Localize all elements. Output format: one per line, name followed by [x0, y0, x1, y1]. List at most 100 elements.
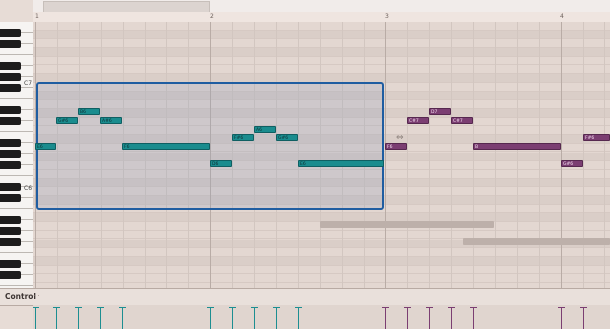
- black-key[interactable]: [0, 73, 21, 81]
- ruler-tick: 3: [385, 13, 389, 20]
- midi-note[interactable]: B: [473, 143, 561, 150]
- velocity-handle[interactable]: [470, 307, 477, 308]
- pitch-row: [33, 39, 610, 49]
- ruler-tick: 4: [560, 13, 564, 20]
- velocity-bar[interactable]: [207, 307, 214, 329]
- velocity-bar[interactable]: [470, 307, 477, 329]
- midi-note[interactable]: F6: [385, 143, 407, 150]
- beat-line: [538, 22, 540, 288]
- beat-line: [604, 22, 606, 288]
- pitch-row: [33, 22, 610, 31]
- black-key[interactable]: [0, 183, 21, 191]
- beat-line: [560, 22, 562, 288]
- velocity-bar[interactable]: [119, 307, 126, 329]
- beat-line: [429, 22, 431, 288]
- velocity-handle[interactable]: [119, 307, 126, 308]
- beat-line: [516, 22, 518, 288]
- velocity-handle[interactable]: [53, 307, 60, 308]
- midi-note[interactable]: E6: [298, 160, 384, 167]
- velocity-bar[interactable]: [229, 307, 236, 329]
- velocity-bar[interactable]: [251, 307, 258, 329]
- black-key[interactable]: [0, 194, 21, 202]
- black-key[interactable]: [0, 271, 21, 279]
- control-lane-header[interactable]: Control · ·: [0, 288, 610, 306]
- ghost-note: [463, 238, 610, 245]
- velocity-handle[interactable]: [404, 307, 411, 308]
- velocity-bar[interactable]: [53, 307, 60, 329]
- velocity-handle[interactable]: [580, 307, 587, 308]
- pitch-row: [33, 274, 610, 283]
- velocity-bar[interactable]: [75, 307, 82, 329]
- beat-line: [451, 22, 453, 288]
- velocity-handle[interactable]: [251, 307, 258, 308]
- velocity-handle[interactable]: [382, 307, 389, 308]
- midi-note[interactable]: D7: [429, 108, 451, 115]
- midi-note[interactable]: G#6: [56, 117, 78, 124]
- octave-label-c7: C7: [24, 80, 33, 87]
- midi-note[interactable]: B6: [78, 108, 100, 115]
- black-key[interactable]: [0, 84, 21, 92]
- black-key[interactable]: [0, 117, 21, 125]
- midi-note[interactable]: D6: [210, 160, 232, 167]
- black-key[interactable]: [0, 238, 21, 246]
- velocity-bar[interactable]: [404, 307, 411, 329]
- velocity-handle[interactable]: [295, 307, 302, 308]
- control-label: Control: [5, 292, 37, 301]
- midi-note[interactable]: C#7: [407, 117, 429, 124]
- black-key[interactable]: [0, 40, 21, 48]
- velocity-handle[interactable]: [558, 307, 565, 308]
- midi-note[interactable]: F6: [122, 143, 210, 150]
- velocity-bar[interactable]: [426, 307, 433, 329]
- velocity-bar[interactable]: [273, 307, 280, 329]
- velocity-handle[interactable]: [33, 307, 39, 308]
- velocity-bar[interactable]: [382, 307, 389, 329]
- pitch-row: [33, 256, 610, 266]
- black-key[interactable]: [0, 106, 21, 114]
- pitch-row: [33, 248, 610, 257]
- black-key[interactable]: [0, 227, 21, 235]
- beat-line: [494, 22, 496, 288]
- velocity-handle[interactable]: [273, 307, 280, 308]
- midi-note[interactable]: A#6: [100, 117, 122, 124]
- velocity-handle[interactable]: [207, 307, 214, 308]
- velocity-handle[interactable]: [97, 307, 104, 308]
- velocity-handle[interactable]: [448, 307, 455, 308]
- midi-note[interactable]: G#6: [276, 134, 298, 141]
- resize-cursor-icon: ⇔: [396, 133, 404, 143]
- velocity-bar[interactable]: [558, 307, 565, 329]
- midi-note[interactable]: E6: [35, 143, 56, 150]
- pitch-row: [33, 30, 610, 40]
- pitch-row: [33, 266, 610, 275]
- velocity-bar[interactable]: [97, 307, 104, 329]
- black-key[interactable]: [0, 216, 21, 224]
- velocity-lane[interactable]: [33, 305, 610, 329]
- black-key[interactable]: [0, 29, 21, 37]
- velocity-bar[interactable]: [448, 307, 455, 329]
- arrangement-overview[interactable]: [33, 0, 610, 13]
- black-key[interactable]: [0, 161, 21, 169]
- beat-line: [407, 22, 409, 288]
- midi-note[interactable]: C#7: [451, 117, 473, 124]
- black-key[interactable]: [0, 260, 21, 268]
- midi-note[interactable]: G#6: [561, 160, 583, 167]
- octave-label-c6: C6: [24, 185, 33, 192]
- ruler-tick: 2: [210, 13, 214, 20]
- selection-rectangle[interactable]: [36, 82, 384, 210]
- midi-note[interactable]: F#6: [232, 134, 254, 141]
- velocity-bar[interactable]: [580, 307, 587, 329]
- beat-line: [473, 22, 474, 288]
- black-key[interactable]: [0, 150, 21, 158]
- piano-keyboard[interactable]: C7 C6: [0, 22, 34, 288]
- velocity-handle[interactable]: [75, 307, 82, 308]
- black-key[interactable]: [0, 139, 21, 147]
- controller-selector[interactable]: · ·: [33, 292, 40, 300]
- ruler-tick: 1: [35, 13, 39, 20]
- velocity-bar[interactable]: [33, 307, 39, 329]
- velocity-handle[interactable]: [229, 307, 236, 308]
- velocity-bar[interactable]: [295, 307, 302, 329]
- midi-note[interactable]: F#6: [583, 134, 610, 141]
- black-key[interactable]: [0, 62, 21, 70]
- beat-line: [582, 22, 584, 288]
- midi-note[interactable]: A6: [254, 126, 276, 133]
- velocity-handle[interactable]: [426, 307, 433, 308]
